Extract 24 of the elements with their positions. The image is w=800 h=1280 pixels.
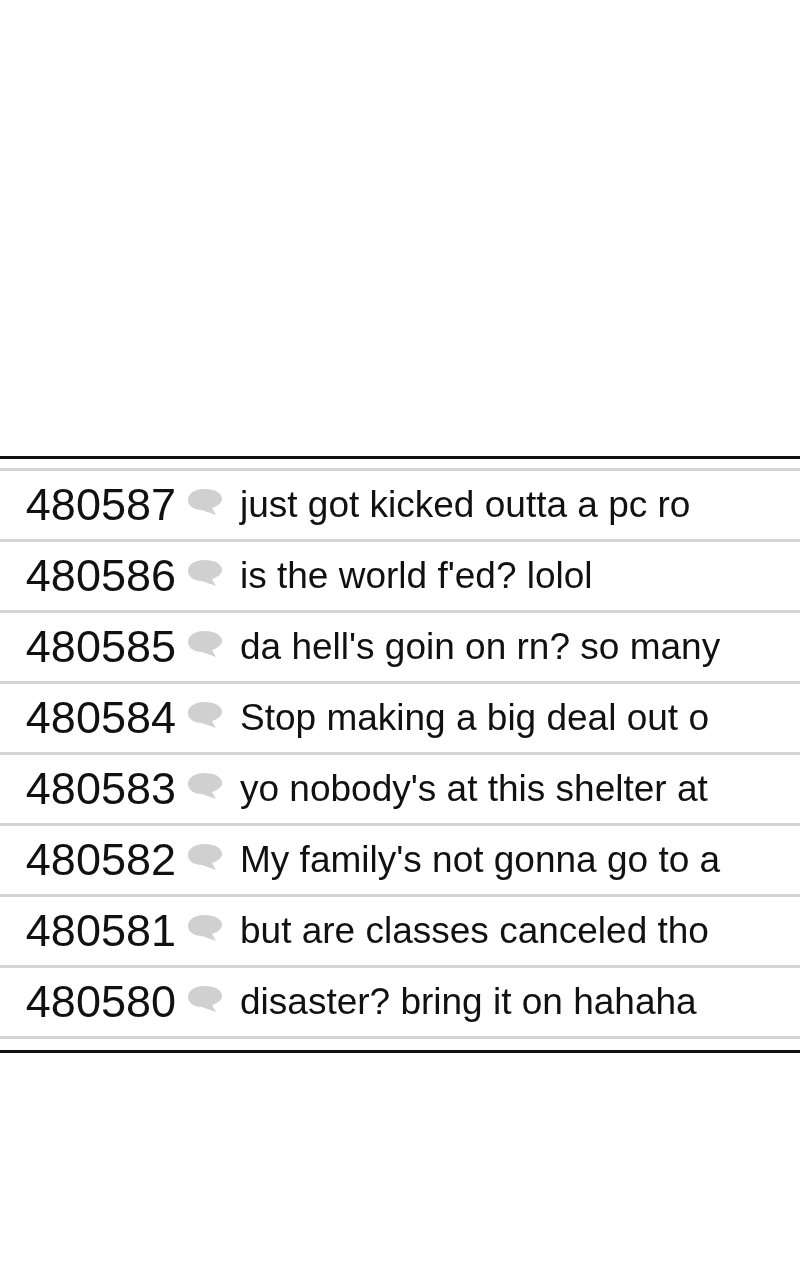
post-title: is the world f'ed? lolol bbox=[240, 555, 593, 597]
post-number: 480582 bbox=[24, 834, 176, 886]
post-title: Stop making a big deal out o bbox=[240, 697, 709, 739]
post-row[interactable]: 480584 Stop making a big deal out o bbox=[0, 681, 800, 752]
post-number: 480586 bbox=[24, 550, 176, 602]
post-number: 480585 bbox=[24, 621, 176, 673]
post-row[interactable]: 480583 yo nobody's at this shelter at bbox=[0, 752, 800, 823]
post-number: 480587 bbox=[24, 479, 176, 531]
post-number: 480584 bbox=[24, 692, 176, 744]
post-title: just got kicked outta a pc ro bbox=[240, 484, 691, 526]
post-title: yo nobody's at this shelter at bbox=[240, 768, 708, 810]
post-row[interactable]: 480582 My family's not gonna go to a bbox=[0, 823, 800, 894]
post-title: but are classes canceled tho bbox=[240, 910, 709, 952]
post-number: 480583 bbox=[24, 763, 176, 815]
post-row[interactable]: 480586 is the world f'ed? lolol bbox=[0, 539, 800, 610]
post-number: 480580 bbox=[24, 976, 176, 1028]
post-title: disaster? bring it on hahaha bbox=[240, 981, 697, 1023]
post-row[interactable]: 480585 da hell's goin on rn? so many bbox=[0, 610, 800, 681]
post-row[interactable]: 480580 disaster? bring it on hahaha bbox=[0, 965, 800, 1039]
post-row[interactable]: 480581 but are classes canceled tho bbox=[0, 894, 800, 965]
post-title: My family's not gonna go to a bbox=[240, 839, 721, 881]
post-number: 480581 bbox=[24, 905, 176, 957]
post-title: da hell's goin on rn? so many bbox=[240, 626, 721, 668]
post-row[interactable]: 480587 just got kicked outta a pc ro bbox=[0, 468, 800, 539]
